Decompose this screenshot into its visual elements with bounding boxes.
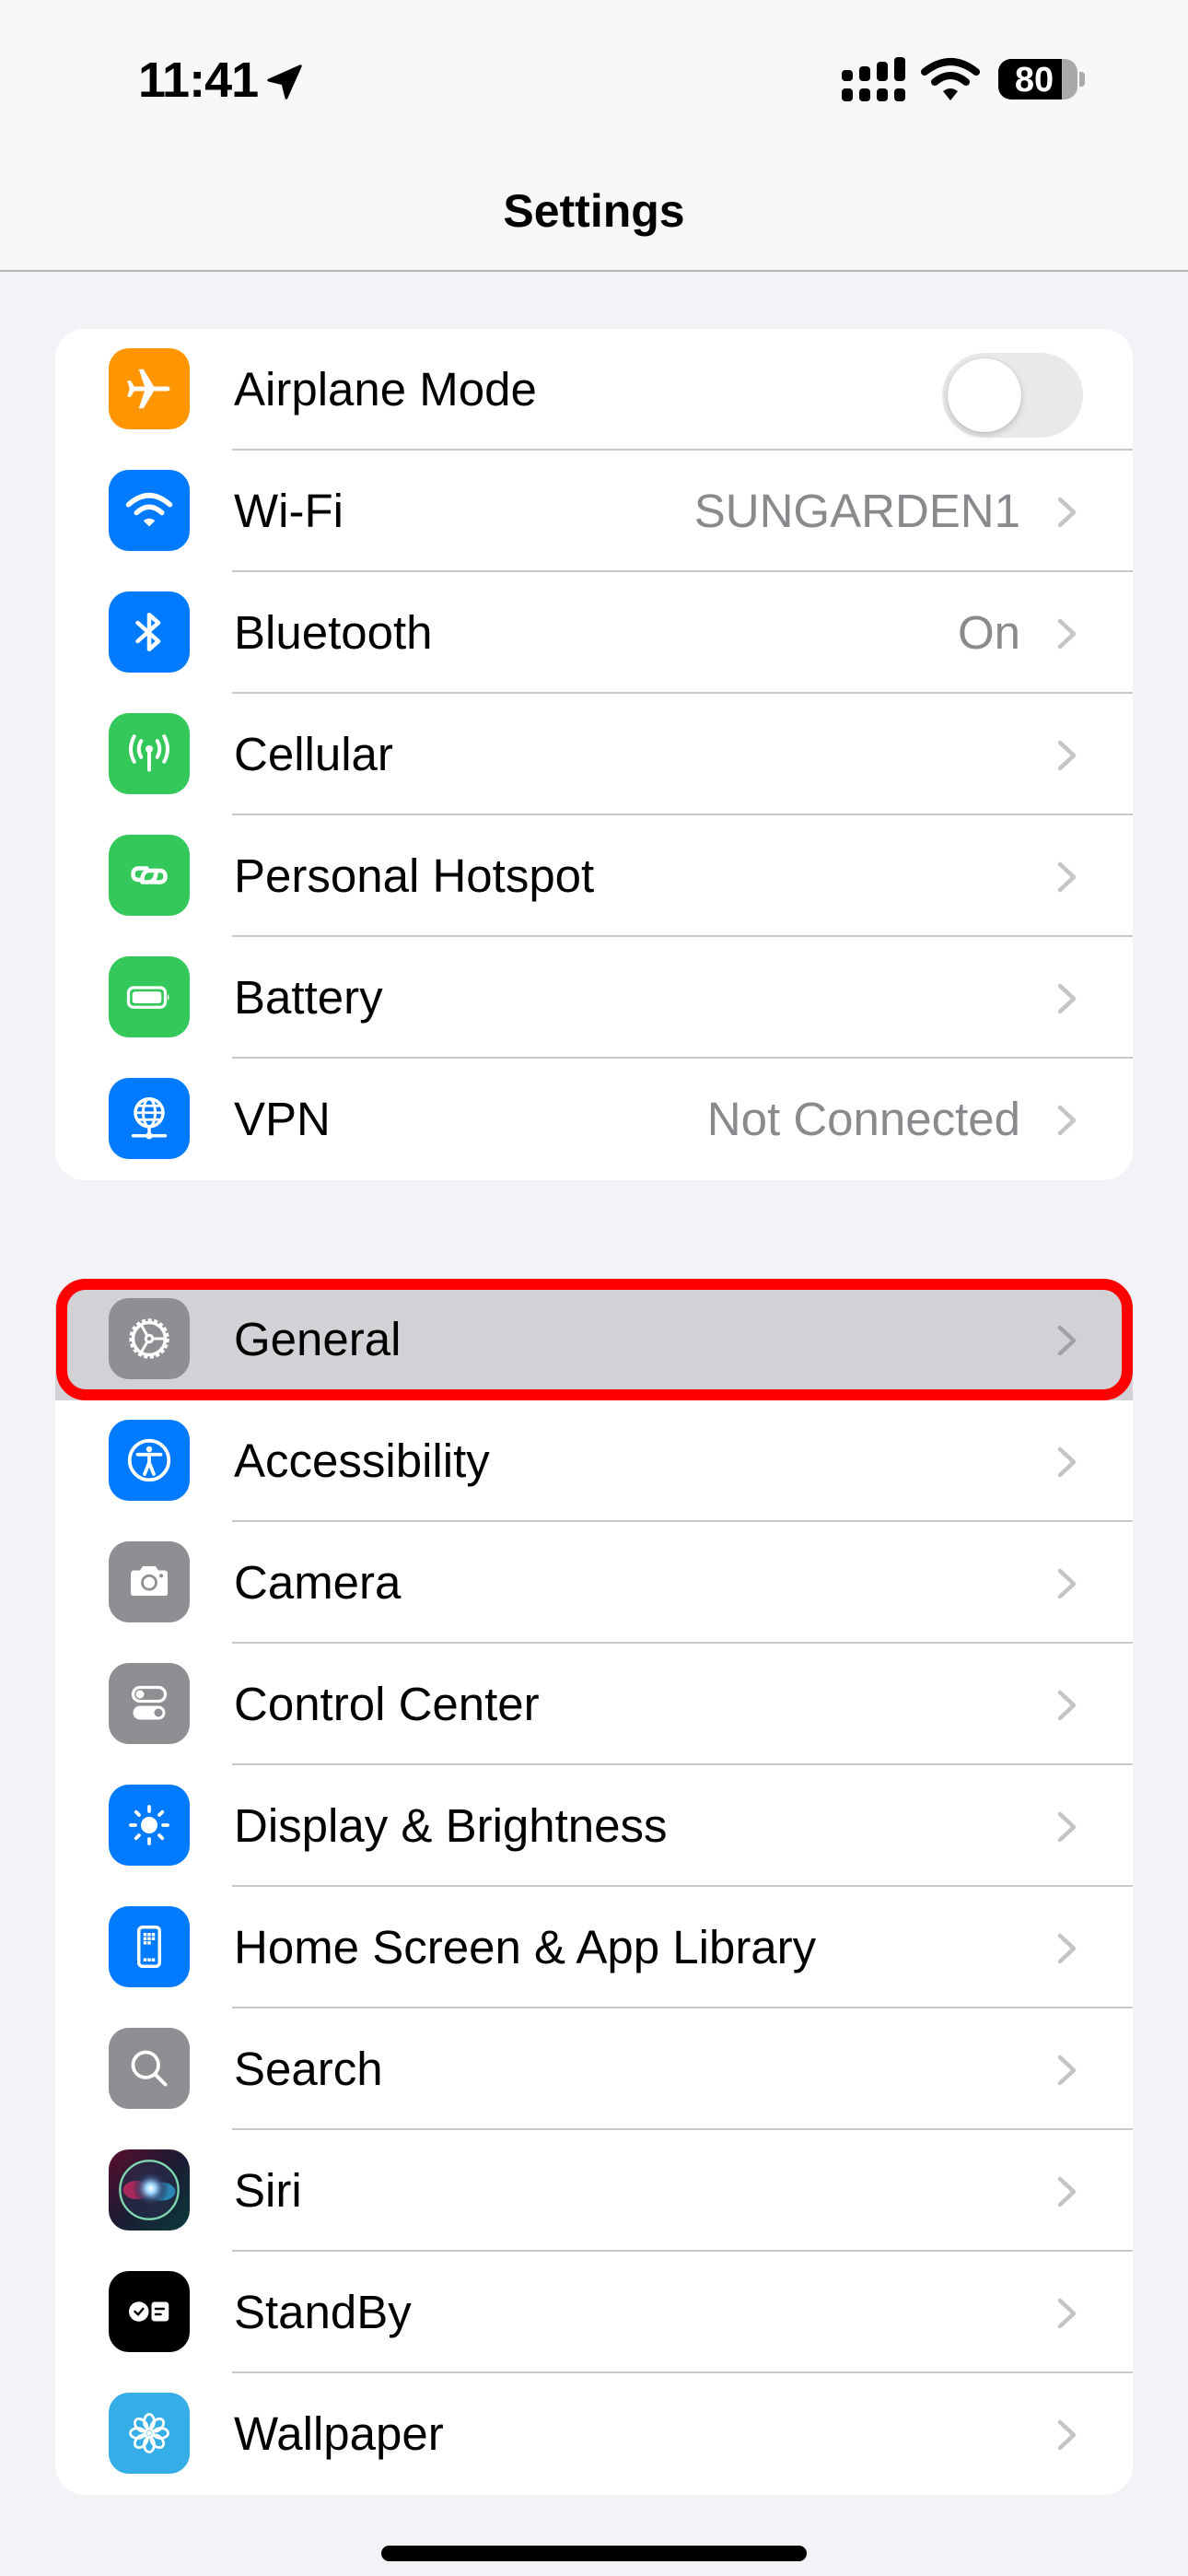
cellular-signal-icon [842, 57, 905, 101]
chevron-right-icon [1057, 1933, 1077, 1964]
vpn-status-value: Not Connected [706, 1093, 1020, 1145]
chevron-right-icon [1057, 740, 1077, 771]
page-title: Settings [503, 185, 685, 237]
settings-row-airplane-mode[interactable]: Airplane Mode [55, 329, 1133, 451]
magnifier-icon [109, 2028, 190, 2109]
settings-row-camera[interactable]: Camera [55, 1522, 1133, 1644]
bluetooth-icon [109, 591, 190, 673]
globe-network-icon [109, 1078, 190, 1159]
settings-row-control-center[interactable]: Control Center [55, 1644, 1133, 1765]
chevron-right-icon [1057, 1325, 1077, 1356]
battery-indicator: 80 [998, 59, 1077, 100]
settings-row-label: Battery [234, 971, 383, 1024]
switches-icon [109, 1663, 190, 1744]
settings-group-connectivity: Airplane Mode Wi-Fi SUNGARDEN1 Bluetooth… [55, 329, 1133, 1180]
settings-row-label: StandBy [234, 2286, 412, 2338]
settings-row-label: Camera [234, 1556, 402, 1609]
gear-icon [109, 1298, 190, 1379]
settings-row-label: General [234, 1313, 402, 1365]
settings-row-label: Accessibility [234, 1434, 490, 1487]
link-icon [109, 835, 190, 916]
settings-row-general[interactable]: General [55, 1279, 1133, 1400]
settings-row-label: Wallpaper [234, 2407, 444, 2460]
chevron-right-icon [1057, 2419, 1077, 2451]
chevron-right-icon [1057, 2176, 1077, 2207]
camera-icon [109, 1541, 190, 1622]
chevron-right-icon [1057, 1446, 1077, 1478]
settings-row-cellular[interactable]: Cellular [55, 694, 1133, 815]
battery-percent: 80 [1014, 61, 1054, 100]
settings-row-search[interactable]: Search [55, 2008, 1133, 2130]
settings-row-standby[interactable]: StandBy [55, 2252, 1133, 2373]
chevron-right-icon [1057, 2055, 1077, 2086]
settings-row-label: Siri [234, 2164, 302, 2217]
bluetooth-status-value: On [957, 606, 1020, 659]
settings-row-label: Control Center [234, 1678, 540, 1730]
airplane-mode-toggle[interactable] [942, 353, 1083, 438]
settings-row-home-screen[interactable]: Home Screen & App Library [55, 1887, 1133, 2008]
settings-row-label: Home Screen & App Library [234, 1921, 817, 1973]
chevron-right-icon [1057, 1105, 1077, 1136]
wifi-network-value: SUNGARDEN1 [693, 485, 1020, 537]
accessibility-icon [109, 1420, 190, 1501]
navigation-bar: Settings [0, 157, 1188, 272]
chevron-right-icon [1057, 1811, 1077, 1843]
standby-icon [109, 2271, 190, 2352]
settings-row-wifi[interactable]: Wi-Fi SUNGARDEN1 [55, 451, 1133, 572]
settings-row-label: Search [234, 2043, 383, 2095]
chevron-right-icon [1057, 861, 1077, 893]
battery-icon [109, 956, 190, 1037]
battery-nub [1079, 72, 1085, 87]
flower-icon [109, 2393, 190, 2474]
chevron-right-icon [1057, 1690, 1077, 1721]
chevron-right-icon [1057, 497, 1077, 528]
chevron-right-icon [1057, 983, 1077, 1014]
settings-row-accessibility[interactable]: Accessibility [55, 1400, 1133, 1522]
settings-row-vpn[interactable]: VPN Not Connected [55, 1059, 1133, 1180]
chevron-right-icon [1057, 2298, 1077, 2329]
chevron-right-icon [1057, 618, 1077, 650]
antenna-icon [109, 713, 190, 794]
settings-row-display-brightness[interactable]: Display & Brightness [55, 1765, 1133, 1887]
settings-row-label: Personal Hotspot [234, 849, 595, 902]
settings-row-siri[interactable]: Siri [55, 2130, 1133, 2252]
chevron-right-icon [1057, 1568, 1077, 1599]
settings-row-wallpaper[interactable]: Wallpaper [55, 2373, 1133, 2495]
status-time: 11:41 [138, 53, 259, 108]
settings-row-battery[interactable]: Battery [55, 937, 1133, 1059]
phone-grid-icon [109, 1906, 190, 1987]
airplane-icon [109, 348, 190, 429]
settings-row-label: Airplane Mode [234, 363, 537, 416]
sun-icon [109, 1785, 190, 1866]
settings-row-bluetooth[interactable]: Bluetooth On [55, 572, 1133, 694]
settings-row-label: Cellular [234, 728, 393, 780]
settings-row-label: VPN [234, 1093, 331, 1145]
location-arrow-icon [267, 64, 302, 100]
siri-icon [109, 2149, 190, 2231]
wifi-icon [109, 470, 190, 551]
settings-row-personal-hotspot[interactable]: Personal Hotspot [55, 815, 1133, 937]
settings-row-label: Wi-Fi [234, 485, 344, 537]
status-bar: 11:41 80 [0, 0, 1188, 157]
settings-group-system: General Accessibility Camera Control Cen… [55, 1279, 1133, 2495]
settings-row-label: Bluetooth [234, 606, 433, 659]
settings-row-label: Display & Brightness [234, 1799, 668, 1852]
wifi-icon [921, 58, 980, 100]
home-indicator[interactable] [381, 2546, 807, 2561]
toggle-knob [948, 358, 1021, 432]
